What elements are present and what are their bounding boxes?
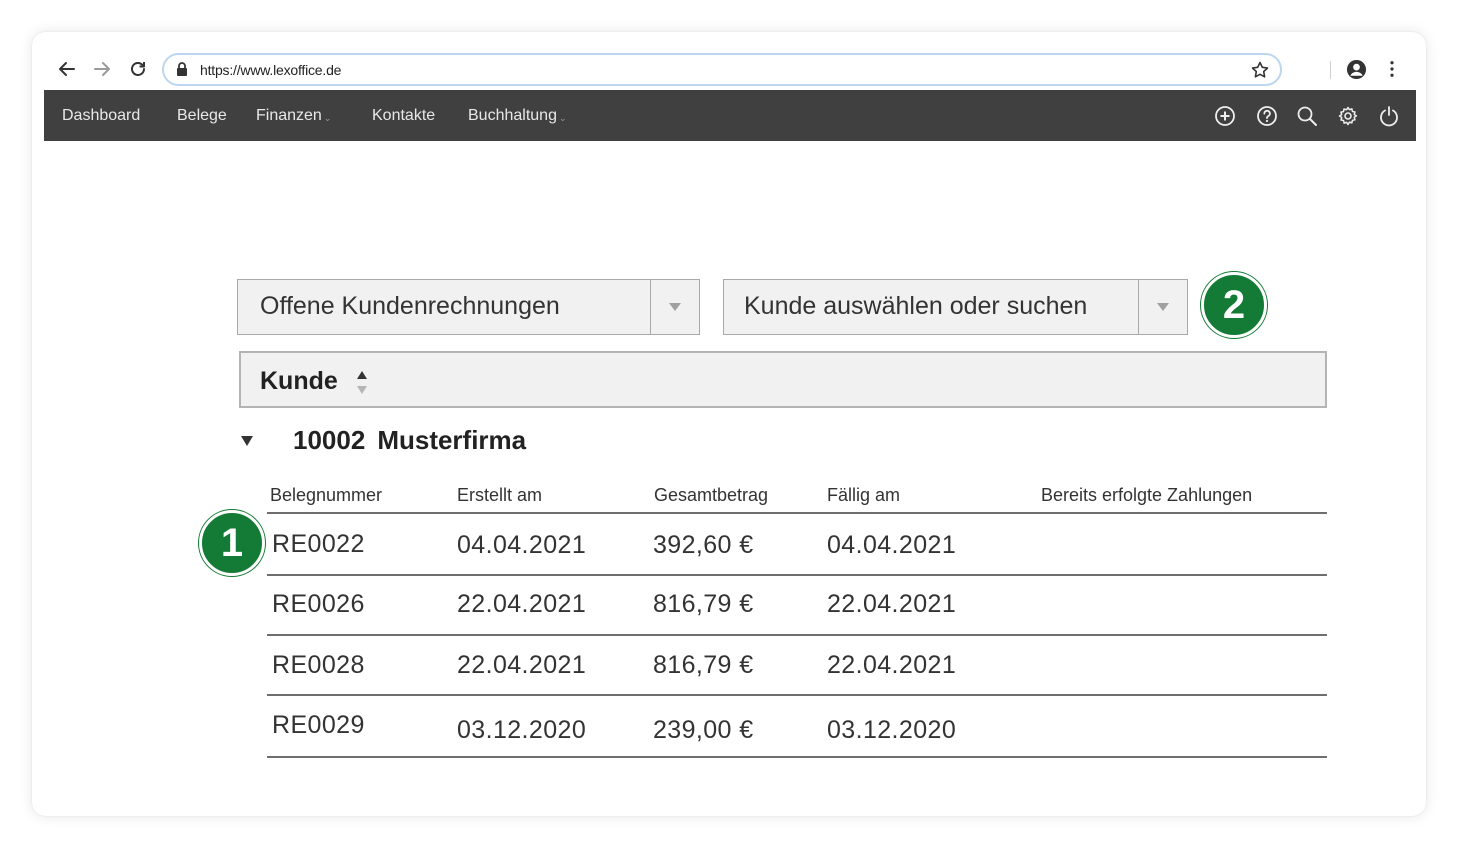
table-divider [267, 694, 1327, 696]
nav-dashboard[interactable]: Dashboard [62, 107, 140, 125]
back-arrow-icon[interactable] [56, 58, 78, 80]
cell-belegnummer: RE0026 [272, 590, 365, 618]
reload-icon[interactable] [127, 58, 149, 80]
search-icon[interactable] [1295, 104, 1319, 128]
nav-dashboard-label: Dashboard [62, 107, 141, 124]
cell-gesamtbetrag: 816,79 € [653, 651, 754, 679]
table-row[interactable] [267, 516, 1327, 574]
column-header-faellig[interactable]: Fällig am [827, 485, 900, 506]
profile-avatar-icon[interactable] [1345, 58, 1367, 80]
app-navigation-bar: Dashboard Belege Finanzen ⌄ Kontakte Buch… [44, 90, 1416, 141]
lock-icon [177, 62, 187, 76]
more-menu-icon[interactable] [1381, 58, 1403, 80]
nav-belege-label: Belege [177, 107, 227, 124]
sort-icon[interactable] [355, 369, 369, 397]
column-header-gesamtbetrag[interactable]: Gesamtbetrag [654, 485, 768, 506]
chevron-down-icon: ⌄ [558, 113, 567, 123]
customer-select[interactable]: Kunde auswählen oder suchen [723, 279, 1188, 335]
address-bar[interactable]: https://www.lexoffice.de [162, 53, 1282, 86]
cell-erstellt: 22.04.2021 [457, 590, 587, 618]
help-circle-icon[interactable] [1255, 104, 1279, 128]
invoice-type-value: Offene Kundenrechnungen [260, 292, 560, 320]
callout-badge-1: 1 [199, 510, 265, 576]
column-header-zahlungen[interactable]: Bereits erfolgte Zahlungen [1041, 485, 1252, 506]
dropdown-arrow[interactable] [650, 280, 699, 334]
add-circle-icon[interactable] [1213, 104, 1237, 128]
cell-erstellt: 04.04.2021 [457, 531, 587, 559]
nav-kontakte[interactable]: Kontakte [372, 107, 435, 125]
collapse-triangle-icon[interactable] [240, 435, 254, 447]
cell-gesamtbetrag: 816,79 € [653, 590, 754, 618]
table-divider [267, 574, 1327, 576]
table-row[interactable] [267, 577, 1327, 635]
chevron-down-icon: ⌄ [323, 113, 332, 123]
sort-label: Kunde [260, 367, 338, 395]
bookmark-star-icon[interactable] [1250, 60, 1270, 80]
dropdown-arrow[interactable] [1138, 280, 1187, 334]
table-divider [267, 512, 1327, 514]
table-divider [267, 634, 1327, 636]
cell-faellig: 03.12.2020 [827, 716, 957, 744]
table-row[interactable] [267, 637, 1327, 695]
nav-buchhaltung-label: Buchhaltung [468, 107, 557, 124]
customer-group-title: 10002 Musterfirma [293, 425, 526, 456]
nav-buchhaltung[interactable]: Buchhaltung ⌄ [468, 107, 567, 125]
caret-down-icon [1157, 303, 1169, 311]
caret-down-icon [669, 303, 681, 311]
forward-arrow-icon[interactable] [91, 58, 113, 80]
callout-badge-2: 2 [1201, 272, 1267, 338]
nav-finanzen[interactable]: Finanzen ⌄ [256, 107, 331, 125]
nav-kontakte-label: Kontakte [372, 107, 436, 124]
cell-faellig: 22.04.2021 [827, 651, 957, 679]
cell-erstellt: 03.12.2020 [457, 716, 587, 744]
nav-finanzen-label: Finanzen [256, 107, 322, 124]
cell-gesamtbetrag: 239,00 € [653, 716, 754, 744]
table-row[interactable] [267, 697, 1327, 755]
cell-erstellt: 22.04.2021 [457, 651, 587, 679]
customer-name: Musterfirma [377, 425, 527, 455]
power-icon[interactable] [1377, 104, 1401, 128]
settings-gear-icon[interactable] [1336, 104, 1360, 128]
cell-belegnummer: RE0022 [272, 530, 365, 558]
invoice-type-select[interactable]: Offene Kundenrechnungen [237, 279, 700, 335]
toolbar-divider [1330, 61, 1331, 79]
column-header-belegnummer[interactable]: Belegnummer [270, 485, 382, 506]
cell-faellig: 22.04.2021 [827, 590, 957, 618]
cell-belegnummer: RE0029 [272, 711, 365, 739]
cell-faellig: 04.04.2021 [827, 531, 957, 559]
customer-select-value: Kunde auswählen oder suchen [744, 292, 1088, 320]
url-text: https://www.lexoffice.de [200, 62, 342, 78]
sort-header[interactable]: Kunde [239, 351, 1327, 408]
nav-belege[interactable]: Belege [177, 107, 227, 125]
table-divider [267, 756, 1327, 758]
cell-belegnummer: RE0028 [272, 651, 365, 679]
column-header-erstellt[interactable]: Erstellt am [457, 485, 542, 506]
cell-gesamtbetrag: 392,60 € [653, 531, 754, 559]
customer-number: 10002 [293, 425, 366, 455]
